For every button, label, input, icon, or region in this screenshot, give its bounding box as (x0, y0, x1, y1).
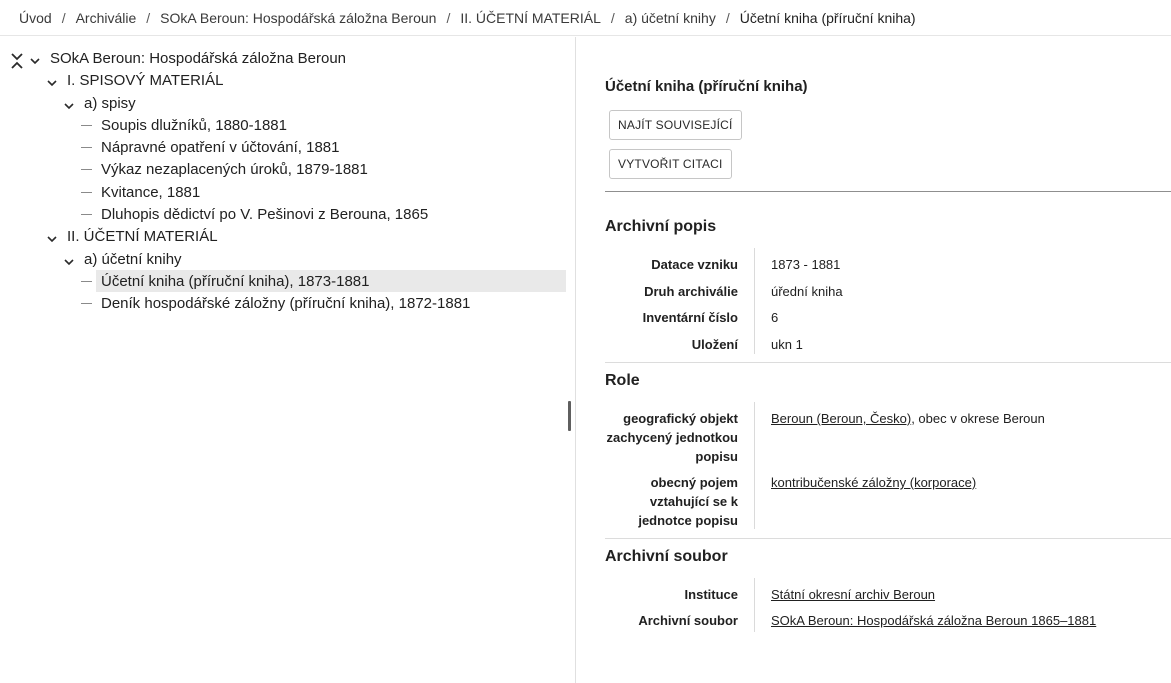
chevron-down-icon[interactable] (64, 98, 74, 110)
column-divider (754, 578, 755, 632)
breadcrumb-separator: / (725, 9, 730, 26)
breadcrumb-item-archivalie[interactable]: Archiválie (76, 10, 137, 26)
field-label-geo-objekt: geografický objekt zachycený jednotkou p… (600, 409, 738, 466)
field-value-ulozeni: ukn 1 (771, 337, 803, 352)
breadcrumb-item-ucetni-knihy[interactable]: a) účetní knihy (625, 10, 716, 26)
tree-leaf-dash (81, 302, 92, 304)
tree-leaf-label[interactable]: Soupis dlužníků, 1880-1881 (101, 117, 287, 134)
splitter-drag-handle[interactable] (568, 401, 571, 431)
tree-leaf-dash (81, 146, 92, 148)
tree-leaf-label[interactable]: Nápravné opatření v účtování, 1881 (101, 139, 340, 156)
tree-leaf[interactable]: Soupis dlužníků, 1880-1881 (81, 115, 287, 135)
breadcrumb: Úvod / Archiválie / SOkA Beroun: Hospodá… (0, 0, 1171, 36)
section-heading-archivni-soubor: Archivní soubor (605, 548, 728, 565)
chevron-down-icon[interactable] (64, 254, 74, 266)
field-label-obecny-pojem: obecný pojem vztahující se k jednotce po… (600, 473, 738, 530)
tree-node-ucetni-material[interactable]: II. ÚČETNÍ MATERIÁL (47, 226, 218, 246)
breadcrumb-separator: / (446, 9, 451, 26)
tree-panel: SOkA Beroun: Hospodářská záložna Beroun … (0, 37, 575, 683)
tree-leaf[interactable]: Výkaz nezaplacených úroků, 1879-1881 (81, 159, 368, 179)
breadcrumb-separator: / (61, 9, 66, 26)
tree-node-ucetni-knihy[interactable]: a) účetní knihy (64, 249, 182, 269)
tree-leaf[interactable]: Deník hospodářské záložny (příruční knih… (81, 293, 470, 313)
breadcrumb-separator: / (146, 9, 151, 26)
tree-leaf[interactable]: Dluhopis dědictví po V. Pešinovi z Berou… (81, 204, 428, 224)
tree-node-label[interactable]: II. ÚČETNÍ MATERIÁL (67, 228, 218, 245)
tree-node-root[interactable]: SOkA Beroun: Hospodářská záložna Beroun (30, 48, 346, 68)
divider (605, 191, 1171, 192)
field-value-archivni-soubor: SOkA Beroun: Hospodářská záložna Beroun … (771, 611, 1096, 630)
concept-link[interactable]: kontribučenské záložny (korporace) (771, 475, 976, 490)
breadcrumb-current: Účetní kniha (příruční kniha) (739, 9, 916, 26)
field-label-instituce: Instituce (684, 587, 738, 602)
tree-leaf-dash (81, 124, 92, 126)
geo-object-link[interactable]: Beroun (Beroun, Česko) (771, 411, 911, 426)
divider (605, 362, 1171, 363)
tree-leaf[interactable]: Nápravné opatření v účtování, 1881 (81, 137, 340, 157)
fond-link[interactable]: SOkA Beroun: Hospodářská záložna Beroun … (771, 613, 1096, 628)
field-label-datace: Datace vzniku (651, 257, 738, 272)
tree-node-label[interactable]: a) spisy (84, 95, 136, 112)
tree-leaf-dash (81, 168, 92, 170)
geo-object-suffix: , obec v okrese Beroun (911, 411, 1045, 426)
label-line: jednotce popisu (638, 513, 738, 528)
label-line: popisu (695, 449, 738, 464)
field-label-druh: Druh archiválie (644, 284, 738, 299)
field-value-geo-objekt: Beroun (Beroun, Česko), obec v okrese Be… (771, 409, 1045, 428)
field-label-inventarni-cislo: Inventární číslo (642, 310, 738, 325)
tree-leaf-label[interactable]: Výkaz nezaplacených úroků, 1879-1881 (101, 161, 368, 178)
tree-node-label[interactable]: a) účetní knihy (84, 251, 182, 268)
tree-leaf-label[interactable]: Kvitance, 1881 (101, 184, 200, 201)
label-line: zachycený jednotkou (606, 430, 738, 445)
field-label-ulozeni: Uložení (691, 337, 738, 352)
panel-splitter (575, 37, 576, 683)
breadcrumb-item-ucetni-material[interactable]: II. ÚČETNÍ MATERIÁL (460, 10, 601, 26)
chevron-down-icon[interactable] (30, 53, 40, 65)
field-value-instituce: Státní okresní archiv Beroun (771, 585, 935, 604)
tree-leaf-label[interactable]: Dluhopis dědictví po V. Pešinovi z Berou… (101, 206, 428, 223)
tree-leaf-label[interactable]: Účetní kniha (příruční kniha), 1873-1881 (101, 273, 369, 290)
tree-leaf-dash (81, 213, 92, 215)
institution-link[interactable]: Státní okresní archiv Beroun (771, 587, 935, 602)
column-divider (754, 248, 755, 354)
tree-leaf-selected[interactable]: Účetní kniha (příruční kniha), 1873-1881 (81, 271, 369, 291)
tree-leaf-label[interactable]: Deník hospodářské záložny (příruční knih… (101, 295, 470, 312)
find-related-button[interactable]: NAJÍT SOUVISEJÍCÍ (609, 110, 742, 140)
detail-title: Účetní kniha (příruční kniha) (605, 78, 808, 95)
field-value-obecny-pojem: kontribučenské záložny (korporace) (771, 473, 976, 492)
chevron-down-icon[interactable] (47, 75, 57, 87)
label-line: obecný pojem (650, 475, 738, 490)
tree-node-label[interactable]: I. SPISOVÝ MATERIÁL (67, 72, 223, 89)
collapse-all-icon[interactable] (10, 52, 24, 70)
divider (605, 538, 1171, 539)
label-line: vztahující se k (649, 494, 738, 509)
breadcrumb-item-fond[interactable]: SOkA Beroun: Hospodářská záložna Beroun (160, 10, 436, 26)
column-divider (754, 402, 755, 529)
tree-node-spisovy-material[interactable]: I. SPISOVÝ MATERIÁL (47, 70, 223, 90)
section-heading-archivni-popis: Archivní popis (605, 218, 717, 235)
label-line: geografický objekt (623, 411, 738, 426)
chevron-down-icon[interactable] (47, 231, 57, 243)
tree-leaf-dash (81, 191, 92, 193)
field-value-datace: 1873 - 1881 (771, 257, 841, 272)
section-heading-role: Role (605, 372, 640, 389)
field-label-archivni-soubor: Archivní soubor (638, 613, 738, 628)
tree-leaf-dash (81, 280, 92, 282)
tree-node-label[interactable]: SOkA Beroun: Hospodářská záložna Beroun (50, 50, 346, 67)
tree-node-spisy[interactable]: a) spisy (64, 93, 136, 113)
breadcrumb-item-uvod[interactable]: Úvod (19, 10, 52, 26)
create-citation-button[interactable]: VYTVOŘIT CITACI (609, 149, 732, 179)
field-value-inventarni-cislo: 6 (771, 310, 779, 325)
field-value-druh: úřední kniha (771, 284, 843, 299)
tree-leaf[interactable]: Kvitance, 1881 (81, 182, 200, 202)
breadcrumb-separator: / (610, 9, 615, 26)
